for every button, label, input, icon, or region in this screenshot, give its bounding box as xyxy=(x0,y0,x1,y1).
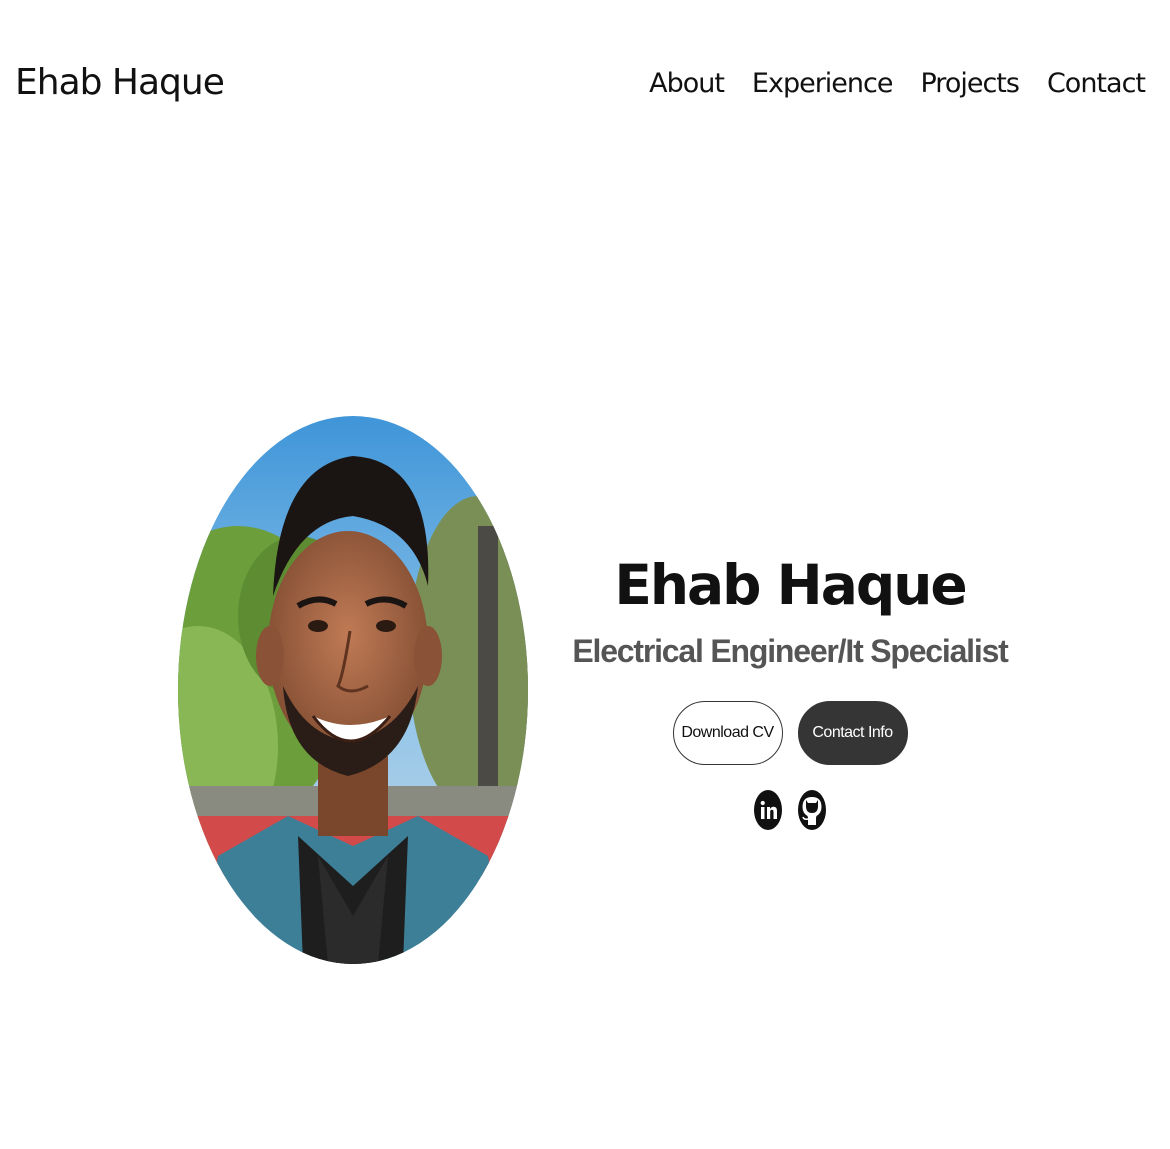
profile-photo xyxy=(178,416,528,964)
hero-name: Ehab Haque xyxy=(614,553,967,617)
nav-links: About Experience Projects Contact xyxy=(649,68,1146,99)
top-navigation: Ehab Haque About Experience Projects Con… xyxy=(0,0,1170,180)
site-logo[interactable]: Ehab Haque xyxy=(15,62,225,103)
linkedin-icon[interactable] xyxy=(753,789,783,831)
nav-link-experience[interactable]: Experience xyxy=(752,68,894,99)
profile-photo-illustration xyxy=(178,416,528,964)
portfolio-page: Ehab Haque About Experience Projects Con… xyxy=(0,0,1170,1149)
hero-subtitle: Electrical Engineer/It Specialist xyxy=(572,633,1008,669)
hero-section: Ehab Haque Electrical Engineer/It Specia… xyxy=(560,545,1020,831)
nav-link-projects[interactable]: Projects xyxy=(921,68,1020,99)
nav-link-contact[interactable]: Contact xyxy=(1047,68,1146,99)
social-links xyxy=(560,789,1020,831)
contact-info-button[interactable]: Contact Info xyxy=(797,701,908,765)
nav-link-about[interactable]: About xyxy=(649,68,725,99)
hero-buttons: Download CV Contact Info xyxy=(560,701,1020,765)
github-icon[interactable] xyxy=(797,789,827,831)
download-cv-button[interactable]: Download CV xyxy=(672,701,783,765)
